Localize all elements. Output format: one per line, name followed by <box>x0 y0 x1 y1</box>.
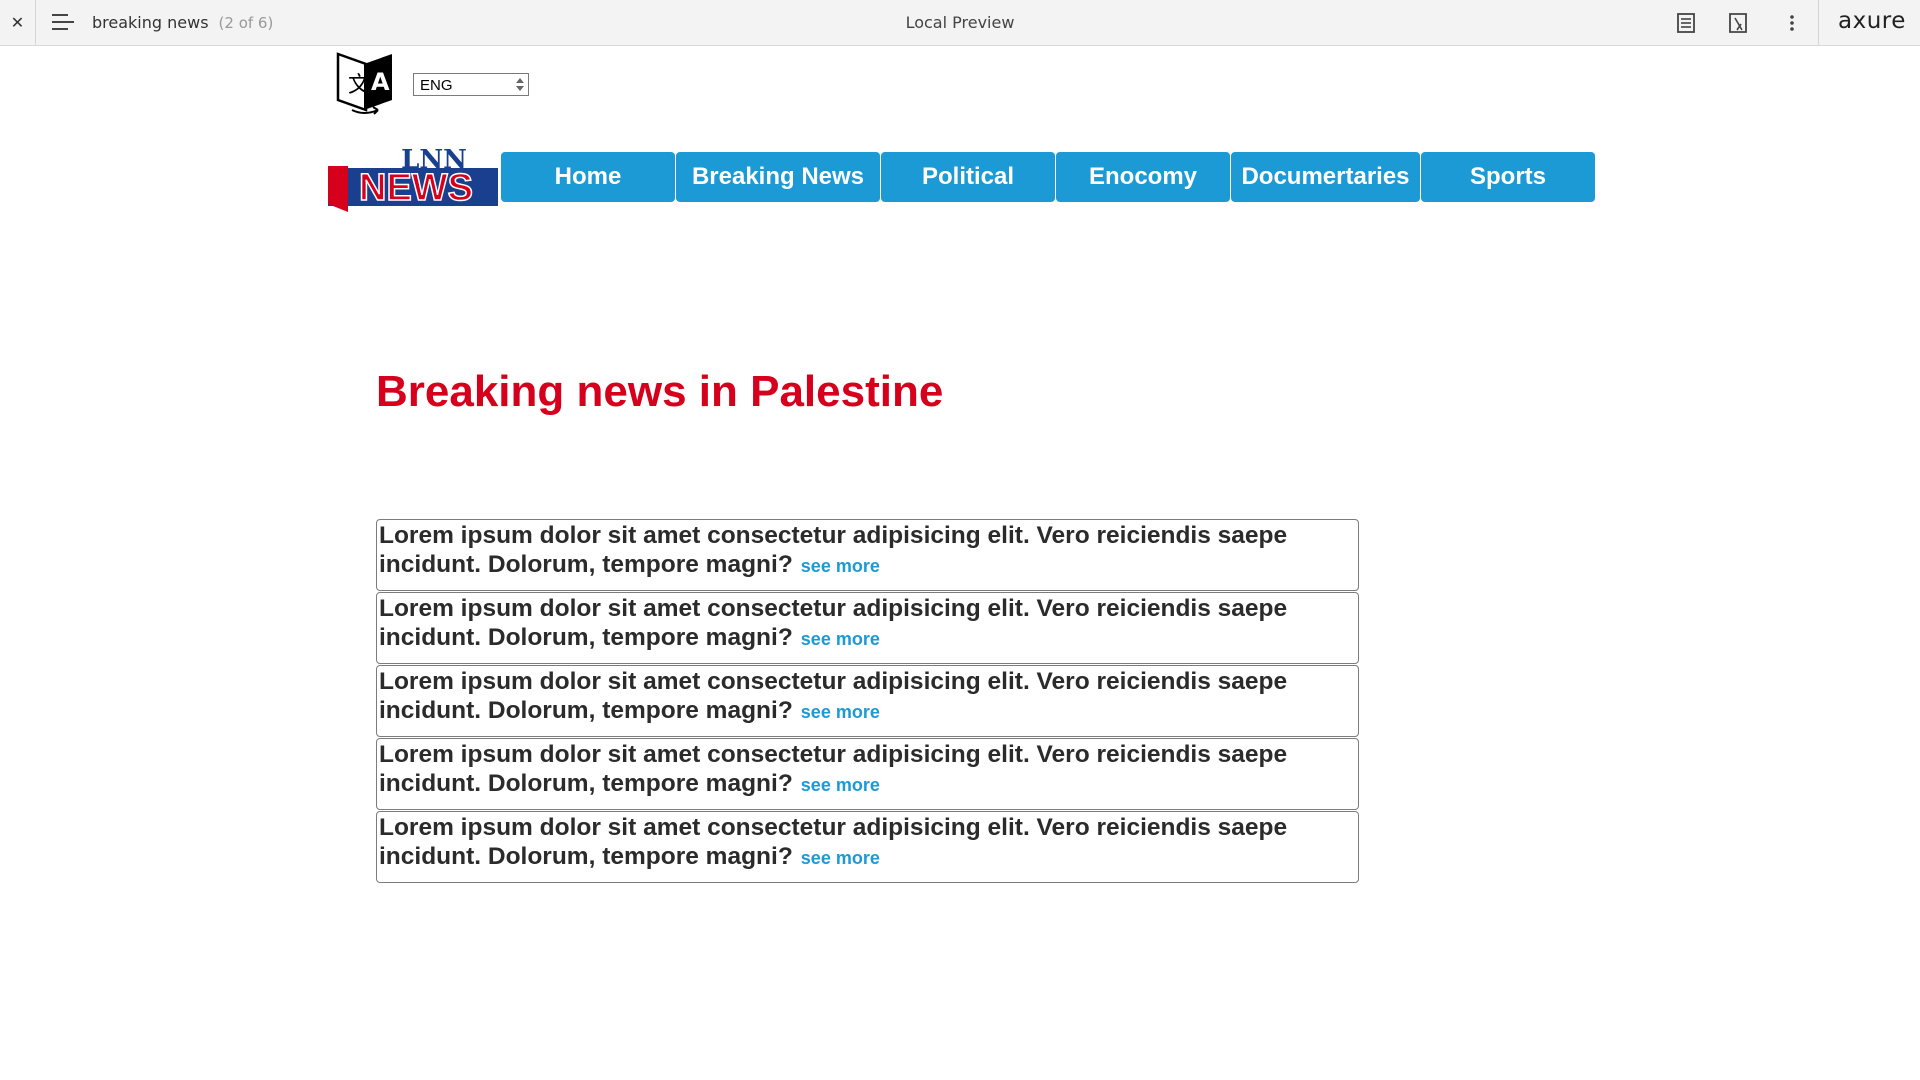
nav-item-home[interactable]: Home <box>501 152 675 202</box>
inspect-icon[interactable] <box>1727 12 1749 34</box>
see-more-link[interactable]: see more <box>801 629 880 649</box>
news-item: Lorem ipsum dolor sit amet consectetur a… <box>376 665 1359 737</box>
nav-item-documentaries[interactable]: Documertaries <box>1231 152 1420 202</box>
news-item: Lorem ipsum dolor sit amet consectetur a… <box>376 811 1359 883</box>
logo-main-text: NEWS <box>359 167 473 209</box>
see-more-link[interactable]: see more <box>801 775 880 795</box>
news-item: Lorem ipsum dolor sit amet consectetur a… <box>376 738 1359 810</box>
close-icon[interactable]: ✕ <box>0 0 36 45</box>
nav-item-sports[interactable]: Sports <box>1421 152 1595 202</box>
spinner-arrows-icon[interactable] <box>515 76 525 93</box>
news-list: Lorem ipsum dolor sit amet consectetur a… <box>376 519 1359 884</box>
page-count: (2 of 6) <box>218 14 274 32</box>
svg-text:A: A <box>371 68 390 96</box>
language-select[interactable]: ENG <box>413 73 529 96</box>
more-options-icon[interactable] <box>1781 12 1803 34</box>
see-more-link[interactable]: see more <box>801 556 880 576</box>
nav-item-political[interactable]: Political <box>881 152 1055 202</box>
see-more-link[interactable]: see more <box>801 702 880 722</box>
page-title: Breaking news in Palestine <box>376 367 944 416</box>
news-item: Lorem ipsum dolor sit amet consectetur a… <box>376 519 1359 591</box>
toolbar-divider <box>1818 0 1819 45</box>
news-item: Lorem ipsum dolor sit amet consectetur a… <box>376 592 1359 664</box>
page-notes-icon[interactable] <box>1675 12 1697 34</box>
language-value: ENG <box>420 77 453 94</box>
preview-toolbar: ✕ breaking news (2 of 6) Local Preview ax… <box>0 0 1920 46</box>
nav-item-breaking-news[interactable]: Breaking News <box>676 152 880 202</box>
svg-text:文: 文 <box>348 73 370 98</box>
page-name: breaking news <box>92 13 209 32</box>
hamburger-menu-icon[interactable] <box>52 14 74 32</box>
nav-item-economy[interactable]: Enocomy <box>1056 152 1230 202</box>
lnn-news-logo[interactable]: LNN NEWS <box>326 144 500 212</box>
page-indicator[interactable]: breaking news (2 of 6) <box>92 13 273 32</box>
translate-icon[interactable]: 文 A <box>336 50 394 116</box>
axure-logo: axure <box>1838 8 1906 34</box>
preview-title: Local Preview <box>905 13 1015 32</box>
see-more-link[interactable]: see more <box>801 848 880 868</box>
